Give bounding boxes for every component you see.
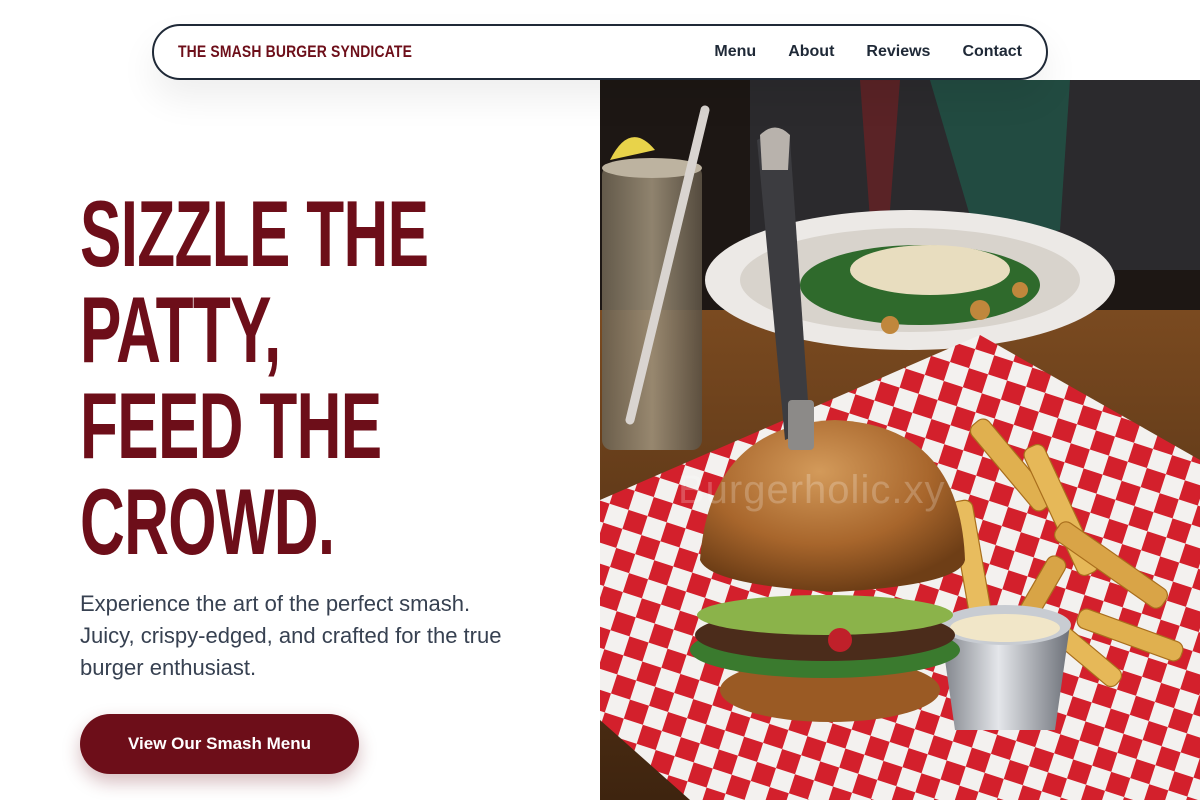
nav-links: Menu About Reviews Contact xyxy=(714,43,1022,61)
view-menu-button[interactable]: View Our Smash Menu xyxy=(80,714,359,774)
brand-logo[interactable]: THE SMASH BURGER SYNDICATE xyxy=(178,42,412,62)
hero-title: SIZZLE THE PATTY, FEED THE CROWD. xyxy=(80,186,555,570)
navbar: THE SMASH BURGER SYNDICATE Menu About Re… xyxy=(152,24,1048,80)
hero-title-line: SIZZLE THE xyxy=(80,181,429,286)
hero-burger-image: Burgerholic.xy xyxy=(600,80,1200,800)
burger-photo-illustration xyxy=(600,80,1200,800)
hero-subtitle: Experience the art of the perfect smash.… xyxy=(80,591,502,680)
hero-title-line: PATTY, xyxy=(80,277,281,382)
hero-title-line: CROWD. xyxy=(80,469,335,574)
nav-link-reviews[interactable]: Reviews xyxy=(866,43,930,61)
hero-title-line: FEED THE xyxy=(80,373,382,478)
nav-link-contact[interactable]: Contact xyxy=(962,43,1022,61)
nav-link-menu[interactable]: Menu xyxy=(714,43,756,61)
nav-link-about[interactable]: About xyxy=(788,43,834,61)
page: THE SMASH BURGER SYNDICATE Menu About Re… xyxy=(0,0,1200,800)
